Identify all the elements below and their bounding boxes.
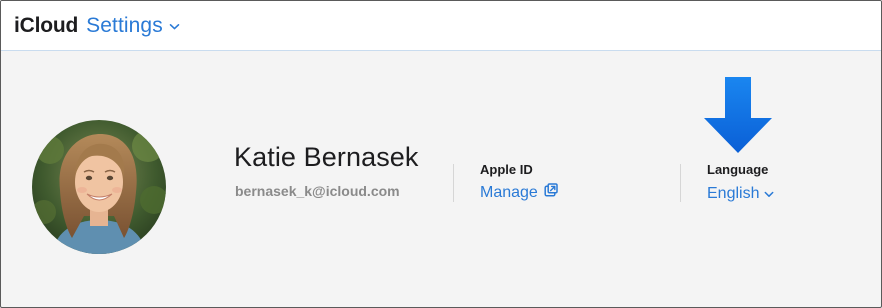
manage-link-label: Manage — [480, 184, 538, 201]
chevron-down-icon — [169, 18, 180, 36]
top-bar: iCloud Settings — [1, 1, 881, 51]
avatar[interactable] — [32, 120, 166, 254]
user-name: Katie Bernasek — [234, 142, 419, 172]
divider — [680, 164, 681, 202]
app-name: Settings — [86, 13, 163, 37]
external-link-icon — [544, 182, 558, 202]
language-value: English — [707, 184, 760, 202]
chevron-down-icon — [764, 185, 774, 203]
arrow-down-icon — [703, 76, 773, 159]
app-switcher-menu[interactable]: Settings — [86, 14, 180, 38]
divider — [453, 164, 454, 202]
settings-window: iCloud Settings Katie Bernasek bernasek_… — [0, 0, 882, 308]
apple-id-label: Apple ID — [480, 162, 533, 177]
language-selector[interactable]: English — [707, 184, 774, 203]
icloud-brand: iCloud — [14, 13, 79, 37]
manage-apple-id-link[interactable]: Manage — [480, 182, 558, 202]
user-email: bernasek_k@icloud.com — [235, 183, 400, 199]
language-label: Language — [707, 162, 769, 177]
